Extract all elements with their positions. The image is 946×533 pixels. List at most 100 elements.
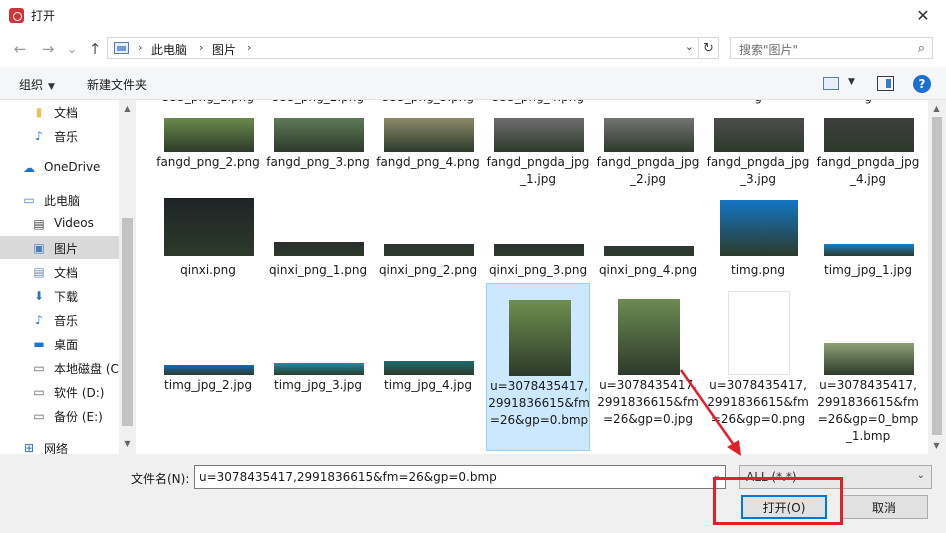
sidebar-item-label: 文档 xyxy=(54,106,79,120)
sidebar-item[interactable]: ♪ 音乐 xyxy=(0,124,119,147)
address-bar[interactable]: › 此电脑 › 图片 › ⌄ xyxy=(107,37,699,59)
sidebar-item[interactable]: ▤ 文档 xyxy=(0,260,119,283)
file-name: qinxi_png_3.png xyxy=(488,263,588,277)
chevron-down-icon[interactable]: ▼ xyxy=(848,77,855,87)
file-item[interactable]: u=3078435417,2991836615&fm=26&gp=0.bmp xyxy=(486,283,590,451)
sidebar-item[interactable]: ⬇ 下载 xyxy=(0,284,119,307)
help-icon[interactable]: ? xyxy=(913,75,931,93)
sidebar-scroll-thumb[interactable] xyxy=(122,218,133,426)
sidebar-item[interactable]: ▭ 备份 (E:) xyxy=(0,404,119,427)
file-item[interactable]: qinxi_png_3.png xyxy=(486,192,590,277)
file-thumbnail xyxy=(618,299,680,375)
file-item[interactable]: qinxi_png_1.png xyxy=(266,192,370,277)
scroll-down-icon[interactable]: ▼ xyxy=(119,435,136,452)
file-thumbnail xyxy=(824,343,914,375)
preview-pane-icon[interactable] xyxy=(877,76,894,91)
file-item[interactable]: fangd_png_4.png xyxy=(376,110,480,190)
download-icon: ⬇ xyxy=(33,288,45,303)
forward-icon[interactable]: → xyxy=(38,39,58,59)
file-item[interactable]: timg_jpg_4.jpg xyxy=(376,283,480,451)
filename-input[interactable]: u=3078435417,2991836615&fm=26&gp=0.bmp ⌄ xyxy=(194,465,726,489)
sidebar-item[interactable]: ▮ 文档 xyxy=(0,100,119,123)
search-input[interactable]: 搜索"图片" ⌕ xyxy=(730,37,933,59)
file-name: timg.png xyxy=(731,263,785,277)
sidebar-item-label: 软件 (D:) xyxy=(54,386,105,400)
file-item[interactable]: fangd_pngda_jpg_2.jpg xyxy=(596,110,700,190)
file-item[interactable]: timg_jpg_2.jpg xyxy=(156,283,260,451)
file-thumbnail xyxy=(274,242,364,256)
file-name: qinxi.png xyxy=(180,263,236,277)
scroll-up-icon[interactable]: ▲ xyxy=(119,100,136,117)
file-item[interactable]: fangd_png_2.png xyxy=(156,110,260,190)
cancel-button[interactable]: 取消 xyxy=(840,495,928,519)
recent-locations-icon[interactable]: ⌄ xyxy=(62,39,82,59)
annotation-highlight-box xyxy=(713,477,843,525)
scroll-up-icon[interactable]: ▲ xyxy=(928,100,945,117)
file-thumbnail xyxy=(384,361,474,375)
file-name: qinxi_png_1.png xyxy=(268,263,368,277)
file-list-scroll-thumb[interactable] xyxy=(932,117,942,435)
sidebar-scrollbar[interactable]: ▲ ▼ xyxy=(119,100,136,454)
file-item[interactable]: timg_jpg_1.jpg xyxy=(816,192,920,277)
file-thumbnail xyxy=(494,244,584,256)
file-item[interactable]: fangd_png_3.png xyxy=(266,110,370,190)
file-item[interactable]: u=3078435417,2991836615&fm=26&gp=0.jpg xyxy=(596,283,700,451)
organize-label: 组织 xyxy=(19,78,44,92)
file-list-scrollbar[interactable]: ▲ ▼ xyxy=(928,100,946,454)
address-dropdown-icon[interactable]: ⌄ xyxy=(685,40,694,53)
view-options-icon[interactable] xyxy=(823,77,839,90)
sidebar-item[interactable]: ▣ 图片 xyxy=(0,236,119,259)
breadcrumb-separator[interactable]: › xyxy=(199,41,203,54)
breadcrumb-separator[interactable]: › xyxy=(138,41,142,54)
file-item[interactable]: fangd_pngda_jpg_1.jpg xyxy=(486,110,590,190)
file-name: qinxi_png_2.png xyxy=(378,263,478,277)
file-name: timg_jpg_2.jpg xyxy=(164,378,252,392)
file-name: fangd_pngda_jpg_3.jpg xyxy=(706,155,810,186)
file-name: g xyxy=(706,100,810,106)
search-placeholder: 搜索"图片" xyxy=(739,43,799,57)
app-icon xyxy=(9,8,24,23)
file-item[interactable]: u=3078435417,2991836615&fm=26&gp=0_bmp_1… xyxy=(816,283,920,451)
file-item[interactable]: timg.png xyxy=(706,192,810,277)
file-thumbnail xyxy=(274,118,364,152)
new-folder-button[interactable]: 新建文件夹 xyxy=(87,76,147,93)
scroll-down-icon[interactable]: ▼ xyxy=(928,437,945,454)
sidebar-item[interactable]: ☁ OneDrive xyxy=(0,156,119,179)
file-thumbnail xyxy=(164,365,254,375)
file-item[interactable]: fangd_pngda_jpg_3.jpg xyxy=(706,110,810,190)
sidebar-item[interactable]: ♪ 音乐 xyxy=(0,308,119,331)
file-item[interactable]: qinxi_png_2.png xyxy=(376,192,480,277)
sidebar-item[interactable]: ▬ 桌面 xyxy=(0,332,119,355)
network-icon: ⊞ xyxy=(23,440,35,455)
file-name: 333_png_1.png xyxy=(156,100,260,106)
breadcrumb-this-pc[interactable]: 此电脑 xyxy=(151,41,187,58)
back-icon[interactable]: ← xyxy=(10,39,30,59)
file-item[interactable]: fangd_pngda_jpg_4.jpg xyxy=(816,110,920,190)
up-icon[interactable]: ↑ xyxy=(85,39,105,59)
file-item[interactable]: qinxi_png_4.png xyxy=(596,192,700,277)
close-button[interactable]: ✕ xyxy=(900,0,946,31)
filename-label: 文件名(N): xyxy=(131,472,190,486)
file-name: timg_jpg_1.jpg xyxy=(824,263,912,277)
search-icon: ⌕ xyxy=(917,41,925,56)
window-title: 打开 xyxy=(31,9,56,23)
file-name: 333_png_4.png xyxy=(486,100,590,106)
title-bar: 打开 ✕ xyxy=(0,0,946,31)
file-list: 333_png_1.png 333_png_2.png 333_png_3.png 3… xyxy=(136,100,928,454)
sidebar-item-label: 文档 xyxy=(54,266,79,280)
sidebar-item[interactable]: ▤ Videos xyxy=(0,212,119,235)
sidebar-item[interactable]: ▭ 本地磁盘 (C xyxy=(0,356,119,379)
file-item[interactable]: u=3078435417,2991836615&fm=26&gp=0.png xyxy=(706,283,810,451)
file-name: 333_png_2.png xyxy=(266,100,370,106)
sidebar-item[interactable]: ▭ 此电脑 xyxy=(0,188,119,211)
file-name: fangd_pngda_jpg_4.jpg xyxy=(816,155,920,186)
file-item[interactable]: timg_jpg_3.jpg xyxy=(266,283,370,451)
sidebar-item[interactable]: ▭ 软件 (D:) xyxy=(0,380,119,403)
drive-icon: ▭ xyxy=(33,360,45,375)
organize-button[interactable]: 组织 ▼ xyxy=(19,76,55,93)
sidebar-item[interactable]: ⊞ 网络 xyxy=(0,436,119,455)
refresh-icon[interactable]: ↻ xyxy=(699,37,719,59)
breadcrumb-separator[interactable]: › xyxy=(247,41,251,54)
file-item[interactable]: qinxi.png xyxy=(156,192,260,277)
breadcrumb-pictures[interactable]: 图片 xyxy=(212,41,236,58)
